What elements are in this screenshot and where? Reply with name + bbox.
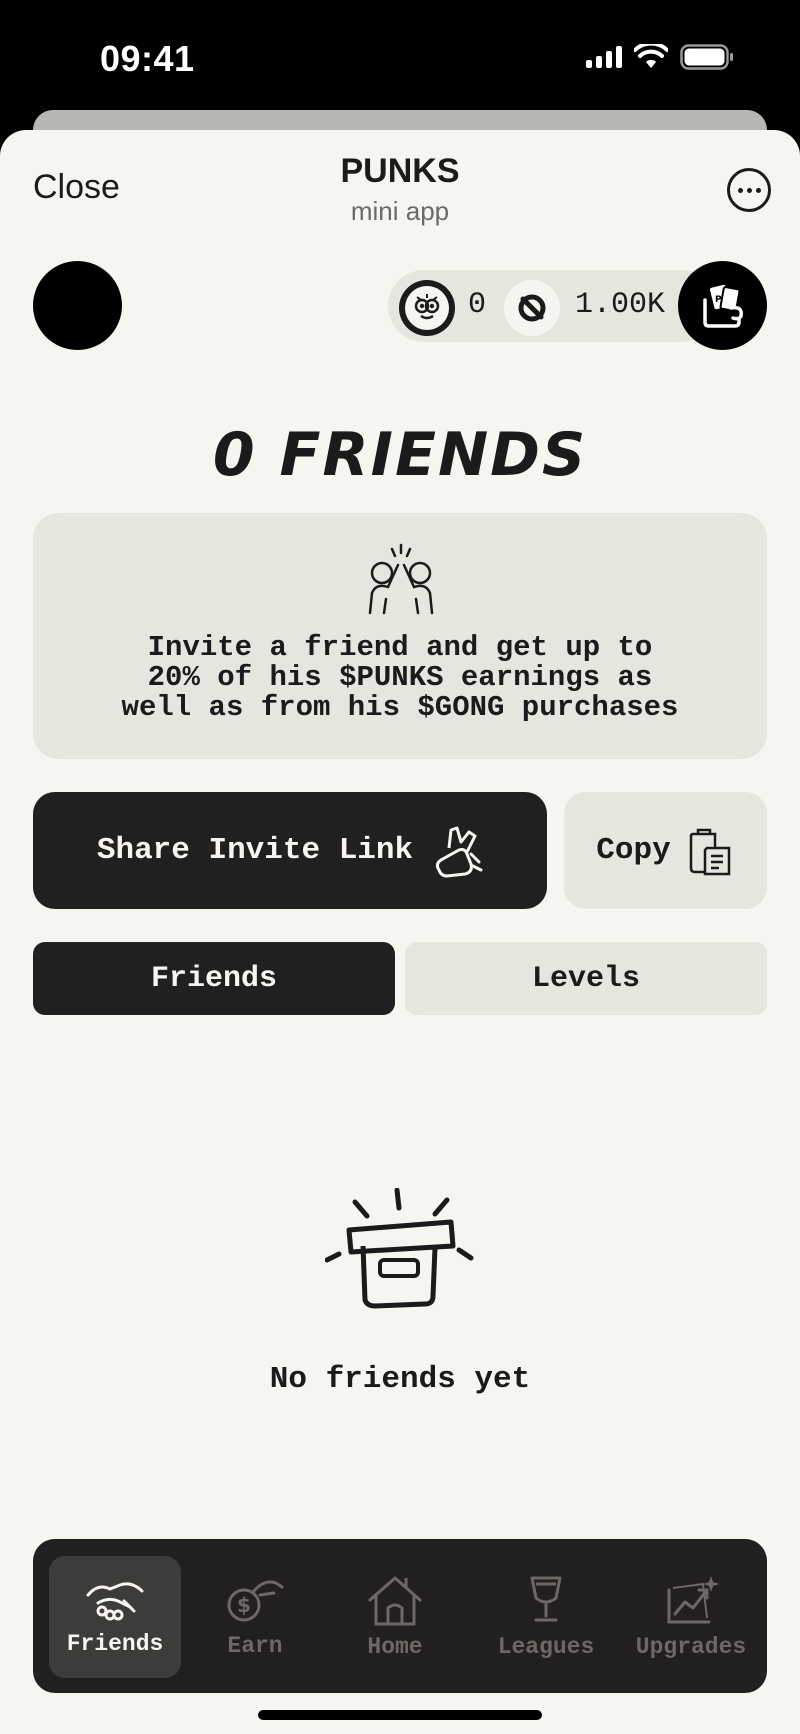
nav-label: Leagues bbox=[497, 1634, 595, 1660]
home-icon bbox=[368, 1576, 422, 1626]
friends-count-title: 0 FRIENDS bbox=[212, 420, 588, 490]
gong-coin-icon bbox=[504, 280, 560, 336]
nav-label: Upgrades bbox=[635, 1634, 747, 1660]
copy-button[interactable]: Copy bbox=[564, 792, 767, 909]
punk-coin-icon bbox=[399, 280, 455, 336]
nav-upgrades[interactable]: Upgrades bbox=[623, 1556, 759, 1678]
tab-levels[interactable]: Levels bbox=[405, 942, 767, 1015]
nav-home[interactable]: Home bbox=[333, 1556, 457, 1678]
nav-label: Earn bbox=[227, 1633, 283, 1659]
handshake-icon bbox=[86, 1582, 144, 1621]
invite-description: Invite a friend and get up to 20% of his… bbox=[121, 631, 679, 724]
punks-balance: 0 bbox=[468, 288, 487, 322]
signal-icon bbox=[586, 46, 622, 68]
share-invite-link-button[interactable]: Share Invite Link bbox=[33, 792, 547, 909]
nav-friends[interactable]: Friends bbox=[49, 1556, 181, 1678]
trophy-icon bbox=[530, 1576, 562, 1622]
empty-box-icon bbox=[324, 1187, 475, 1323]
home-indicator bbox=[258, 1710, 542, 1720]
svg-text:$: $ bbox=[237, 1593, 251, 1617]
avatar[interactable] bbox=[33, 261, 122, 350]
app-subtitle: mini app bbox=[350, 196, 450, 226]
mini-app-sheet: Close PUNKS mini app 0 1.00K P 0 FRIENDS… bbox=[0, 130, 800, 1734]
status-time: 09:41 bbox=[100, 38, 195, 79]
copy-button-label: Copy bbox=[596, 833, 671, 868]
tab-friends[interactable]: Friends bbox=[33, 942, 395, 1015]
app-title: PUNKS bbox=[340, 152, 460, 190]
wifi-icon bbox=[634, 44, 668, 68]
high-five-icon bbox=[362, 543, 440, 620]
svg-text:P: P bbox=[715, 295, 722, 305]
nav-leagues[interactable]: Leagues bbox=[477, 1556, 615, 1678]
more-icon[interactable] bbox=[727, 168, 771, 212]
gong-balance: 1.00K bbox=[575, 288, 666, 322]
empty-state-text: No friends yet bbox=[269, 1362, 531, 1397]
coin-hand-icon: $ bbox=[227, 1580, 284, 1622]
status-bar: 09:41 bbox=[0, 0, 800, 110]
status-icons bbox=[586, 44, 734, 70]
share-hand-icon bbox=[436, 826, 483, 878]
upgrade-chart-icon bbox=[667, 1576, 719, 1624]
clipboard-icon bbox=[689, 828, 730, 875]
battery-icon bbox=[680, 44, 733, 70]
nav-label: Home bbox=[367, 1634, 423, 1660]
wallet-icon[interactable]: P bbox=[678, 261, 767, 350]
nav-label: Friends bbox=[66, 1631, 164, 1657]
nav-earn[interactable]: $ Earn bbox=[193, 1556, 317, 1678]
share-button-label: Share Invite Link bbox=[96, 833, 414, 868]
